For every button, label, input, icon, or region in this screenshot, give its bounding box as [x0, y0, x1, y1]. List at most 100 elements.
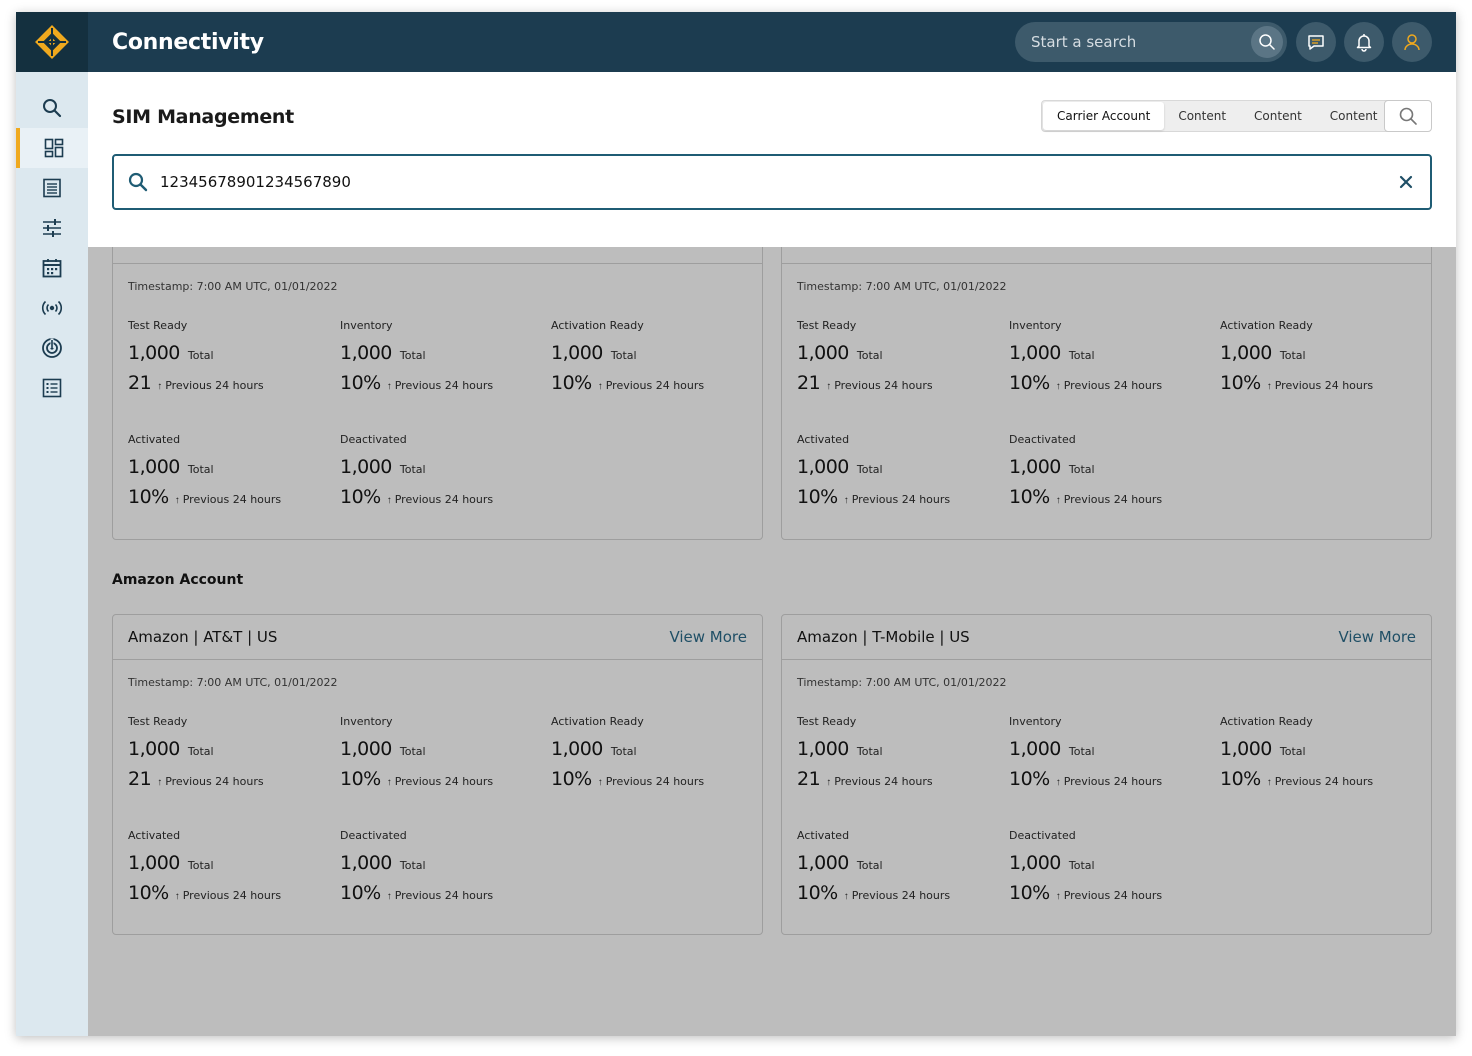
- sim-search-input[interactable]: 12345678901234567890: [112, 154, 1432, 210]
- metric-change: 10%: [1009, 882, 1050, 904]
- notifications-button[interactable]: [1344, 22, 1384, 62]
- metric-change-label: Previous 24 hours: [1063, 775, 1163, 788]
- metric-inventory: Inventory 1,000 Total 10% ↑ Previous 24 hours: [1009, 715, 1219, 790]
- metric-total-unit: Total: [856, 349, 883, 362]
- search-icon: [1399, 107, 1417, 125]
- metric-change: 10%: [1220, 768, 1261, 790]
- metric-label: Inventory: [340, 319, 393, 332]
- card-header: Amazon | T-Mobile | US View More: [782, 615, 1431, 660]
- sidebar-item-settings[interactable]: [16, 208, 88, 248]
- card-timestamp: Timestamp: 7:00 AM UTC, 01/01/2022: [128, 280, 338, 293]
- arrow-up-icon: ↑: [1055, 777, 1061, 788]
- close-icon[interactable]: [1396, 172, 1416, 192]
- metric-change-label: Previous 24 hours: [394, 379, 494, 392]
- dashboard-icon: [44, 138, 64, 158]
- metric-inventory: Inventory 1,000 Total 10% ↑ Previous 24 hours: [340, 319, 550, 394]
- metric-total: 1,000: [128, 342, 180, 364]
- metric-test-ready: Test Ready 1,000 Total 21 ↑ Previous 24 hours: [797, 715, 1007, 790]
- tab-content-1[interactable]: Content: [1164, 102, 1240, 130]
- metric-label: Activation Ready: [1220, 319, 1313, 332]
- metric-activated: Activated 1,000 Total 10% ↑ Previous 24 hours: [797, 829, 1007, 904]
- metric-change: 10%: [340, 372, 381, 394]
- metric-change: 21: [797, 768, 821, 790]
- metric-activated: Activated 1,000 Total 10% ↑ Previous 24 hours: [128, 433, 338, 508]
- metric-change: 10%: [340, 768, 381, 790]
- card-timestamp: Timestamp: 7:00 AM UTC, 01/01/2022: [797, 280, 1007, 293]
- calendar-icon: [42, 259, 62, 278]
- metric-total-unit: Total: [399, 463, 426, 476]
- metric-total: 1,000: [1009, 852, 1061, 874]
- metric-change: 10%: [340, 882, 381, 904]
- metric-change-label: Previous 24 hours: [834, 379, 933, 392]
- sidebar-item-dashboard[interactable]: [16, 128, 88, 168]
- metric-change-label: Previous 24 hours: [182, 493, 282, 506]
- view-more-link[interactable]: View More: [669, 628, 747, 646]
- card-title: Amazon | AT&T | US: [128, 628, 278, 646]
- metric-change-label: Previous 24 hours: [394, 775, 494, 788]
- metric-total: 1,000: [128, 738, 180, 760]
- global-search-input[interactable]: Start a search: [1015, 22, 1287, 62]
- metric-change-label: Previous 24 hours: [851, 493, 951, 506]
- metric-change-label: Previous 24 hours: [851, 889, 951, 902]
- app-title: Connectivity: [112, 30, 264, 55]
- metric-total: 1,000: [340, 456, 392, 478]
- metric-inventory: Inventory 1,000 Total 10% ↑ Previous 24 hours: [340, 715, 550, 790]
- metric-activation-ready: Activation Ready 1,000 Total 10% ↑ Previous 2…: [551, 715, 761, 790]
- arrow-up-icon: ↑: [157, 777, 163, 788]
- metric-label: Test Ready: [797, 319, 857, 332]
- bell-icon: [1356, 34, 1372, 52]
- arrow-up-icon: ↑: [386, 777, 392, 788]
- profile-button[interactable]: [1392, 22, 1432, 62]
- metric-total: 1,000: [340, 342, 392, 364]
- metric-total-unit: Total: [610, 745, 637, 758]
- message-icon: [1308, 35, 1324, 50]
- metric-change: 21: [128, 372, 152, 394]
- metric-change: 10%: [1009, 372, 1050, 394]
- metric-change: 21: [797, 372, 821, 394]
- sidebar-item-monitoring[interactable]: [16, 328, 88, 368]
- metric-total: 1,000: [797, 342, 849, 364]
- metric-activation-ready: Activation Ready 1,000 Total 10% ↑ Previous 2…: [1220, 715, 1430, 790]
- metric-total-unit: Total: [187, 349, 214, 362]
- metric-change-label: Previous 24 hours: [834, 775, 933, 788]
- arrow-up-icon: ↑: [157, 381, 163, 392]
- header-search-button[interactable]: [1384, 100, 1432, 132]
- metric-total-unit: Total: [1068, 745, 1095, 758]
- sidebar-item-network[interactable]: [16, 288, 88, 328]
- tab-content-3[interactable]: Content: [1316, 102, 1392, 130]
- metric-change: 10%: [340, 486, 381, 508]
- global-search-button[interactable]: [1251, 26, 1283, 58]
- logo[interactable]: [16, 12, 88, 72]
- metric-activation-ready: Activation Ready 1,000 Total 10% ↑ Previous 2…: [1220, 319, 1430, 394]
- messages-button[interactable]: [1296, 22, 1336, 62]
- sidebar-item-search[interactable]: [16, 88, 88, 128]
- arrow-up-icon: ↑: [843, 891, 849, 902]
- tab-content-2[interactable]: Content: [1240, 102, 1316, 130]
- view-more-link[interactable]: View More: [1338, 628, 1416, 646]
- metric-total: 1,000: [797, 738, 849, 760]
- metric-label: Inventory: [340, 715, 393, 728]
- sidebar-item-documents[interactable]: [16, 168, 88, 208]
- metric-total-unit: Total: [399, 859, 426, 872]
- metric-label: Activation Ready: [551, 319, 644, 332]
- metric-total: 1,000: [1220, 342, 1272, 364]
- metric-total-unit: Total: [399, 745, 426, 758]
- card-timestamp: Timestamp: 7:00 AM UTC, 01/01/2022: [128, 676, 338, 689]
- logo-icon: [35, 25, 69, 59]
- metric-label: Deactivated: [340, 433, 407, 446]
- metric-total: 1,000: [1009, 456, 1061, 478]
- metric-change-label: Previous 24 hours: [1063, 889, 1163, 902]
- arrow-up-icon: ↑: [174, 891, 180, 902]
- arrow-up-icon: ↑: [1266, 777, 1272, 788]
- tab-carrier-account[interactable]: Carrier Account: [1043, 102, 1165, 130]
- metric-deactivated: Deactivated 1,000 Total 10% ↑ Previous 24 hou…: [1009, 829, 1219, 904]
- arrow-up-icon: ↑: [826, 777, 832, 788]
- metric-total: 1,000: [551, 342, 603, 364]
- metric-change-label: Previous 24 hours: [165, 775, 264, 788]
- metric-total-unit: Total: [1279, 745, 1306, 758]
- metric-change-label: Previous 24 hours: [394, 493, 494, 506]
- metric-total-unit: Total: [1068, 349, 1095, 362]
- sidebar-item-calendar[interactable]: [16, 248, 88, 288]
- arrow-up-icon: ↑: [386, 891, 392, 902]
- sidebar-item-reports[interactable]: [16, 368, 88, 408]
